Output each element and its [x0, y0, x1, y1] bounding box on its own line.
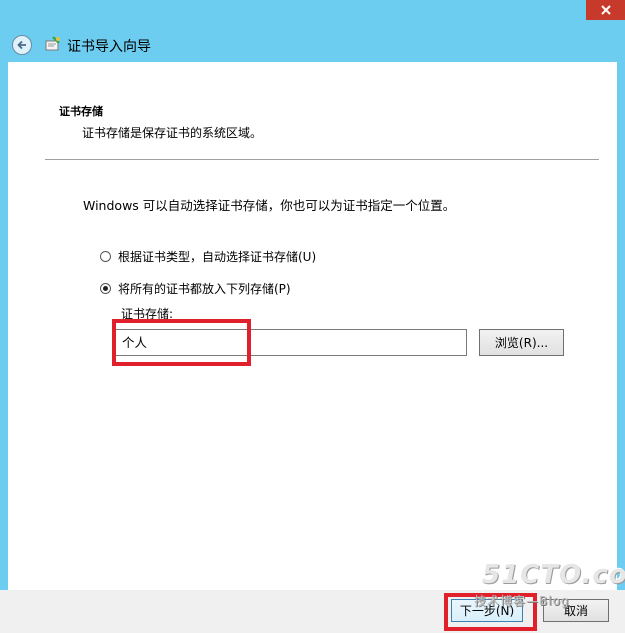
- intro-text: Windows 可以自动选择证书存储，你也可以为证书指定一个位置。: [83, 198, 456, 213]
- radio-auto-select[interactable]: 根据证书类型，自动选择证书存储(U): [100, 248, 316, 265]
- radio-button[interactable]: [100, 251, 111, 262]
- wizard-content: 证书存储 证书存储是保存证书的系统区域。 Windows 可以自动选择证书存储，…: [8, 62, 617, 590]
- highlight-box-store: [112, 319, 251, 366]
- title-bar: 证书导入向导: [0, 0, 625, 62]
- certificate-wizard-icon: [45, 36, 60, 51]
- section-title: 证书存储: [59, 105, 103, 118]
- close-icon: [600, 5, 611, 15]
- divider: [45, 159, 599, 160]
- radio-place-all[interactable]: 将所有的证书都放入下列存储(P): [100, 280, 291, 297]
- back-button[interactable]: [12, 35, 32, 55]
- back-arrow-icon: [17, 40, 26, 50]
- section-description: 证书存储是保存证书的系统区域。: [82, 126, 263, 140]
- browse-button[interactable]: 浏览(R)...: [479, 329, 564, 356]
- radio-label: 根据证书类型，自动选择证书存储(U): [118, 250, 317, 264]
- radio-label: 将所有的证书都放入下列存储(P): [118, 282, 291, 296]
- radio-button-selected[interactable]: [100, 283, 111, 294]
- close-button[interactable]: [586, 0, 625, 20]
- watermark-tagline: 技术博客—Blog: [474, 594, 570, 608]
- window-title: 证书导入向导: [67, 39, 151, 55]
- window-frame: 证书导入向导 证书存储 证书存储是保存证书的系统区域。 Windows 可以自动…: [0, 0, 625, 633]
- radio-selected-dot: [103, 286, 108, 291]
- watermark-logo: 51CTO.com: [482, 560, 625, 590]
